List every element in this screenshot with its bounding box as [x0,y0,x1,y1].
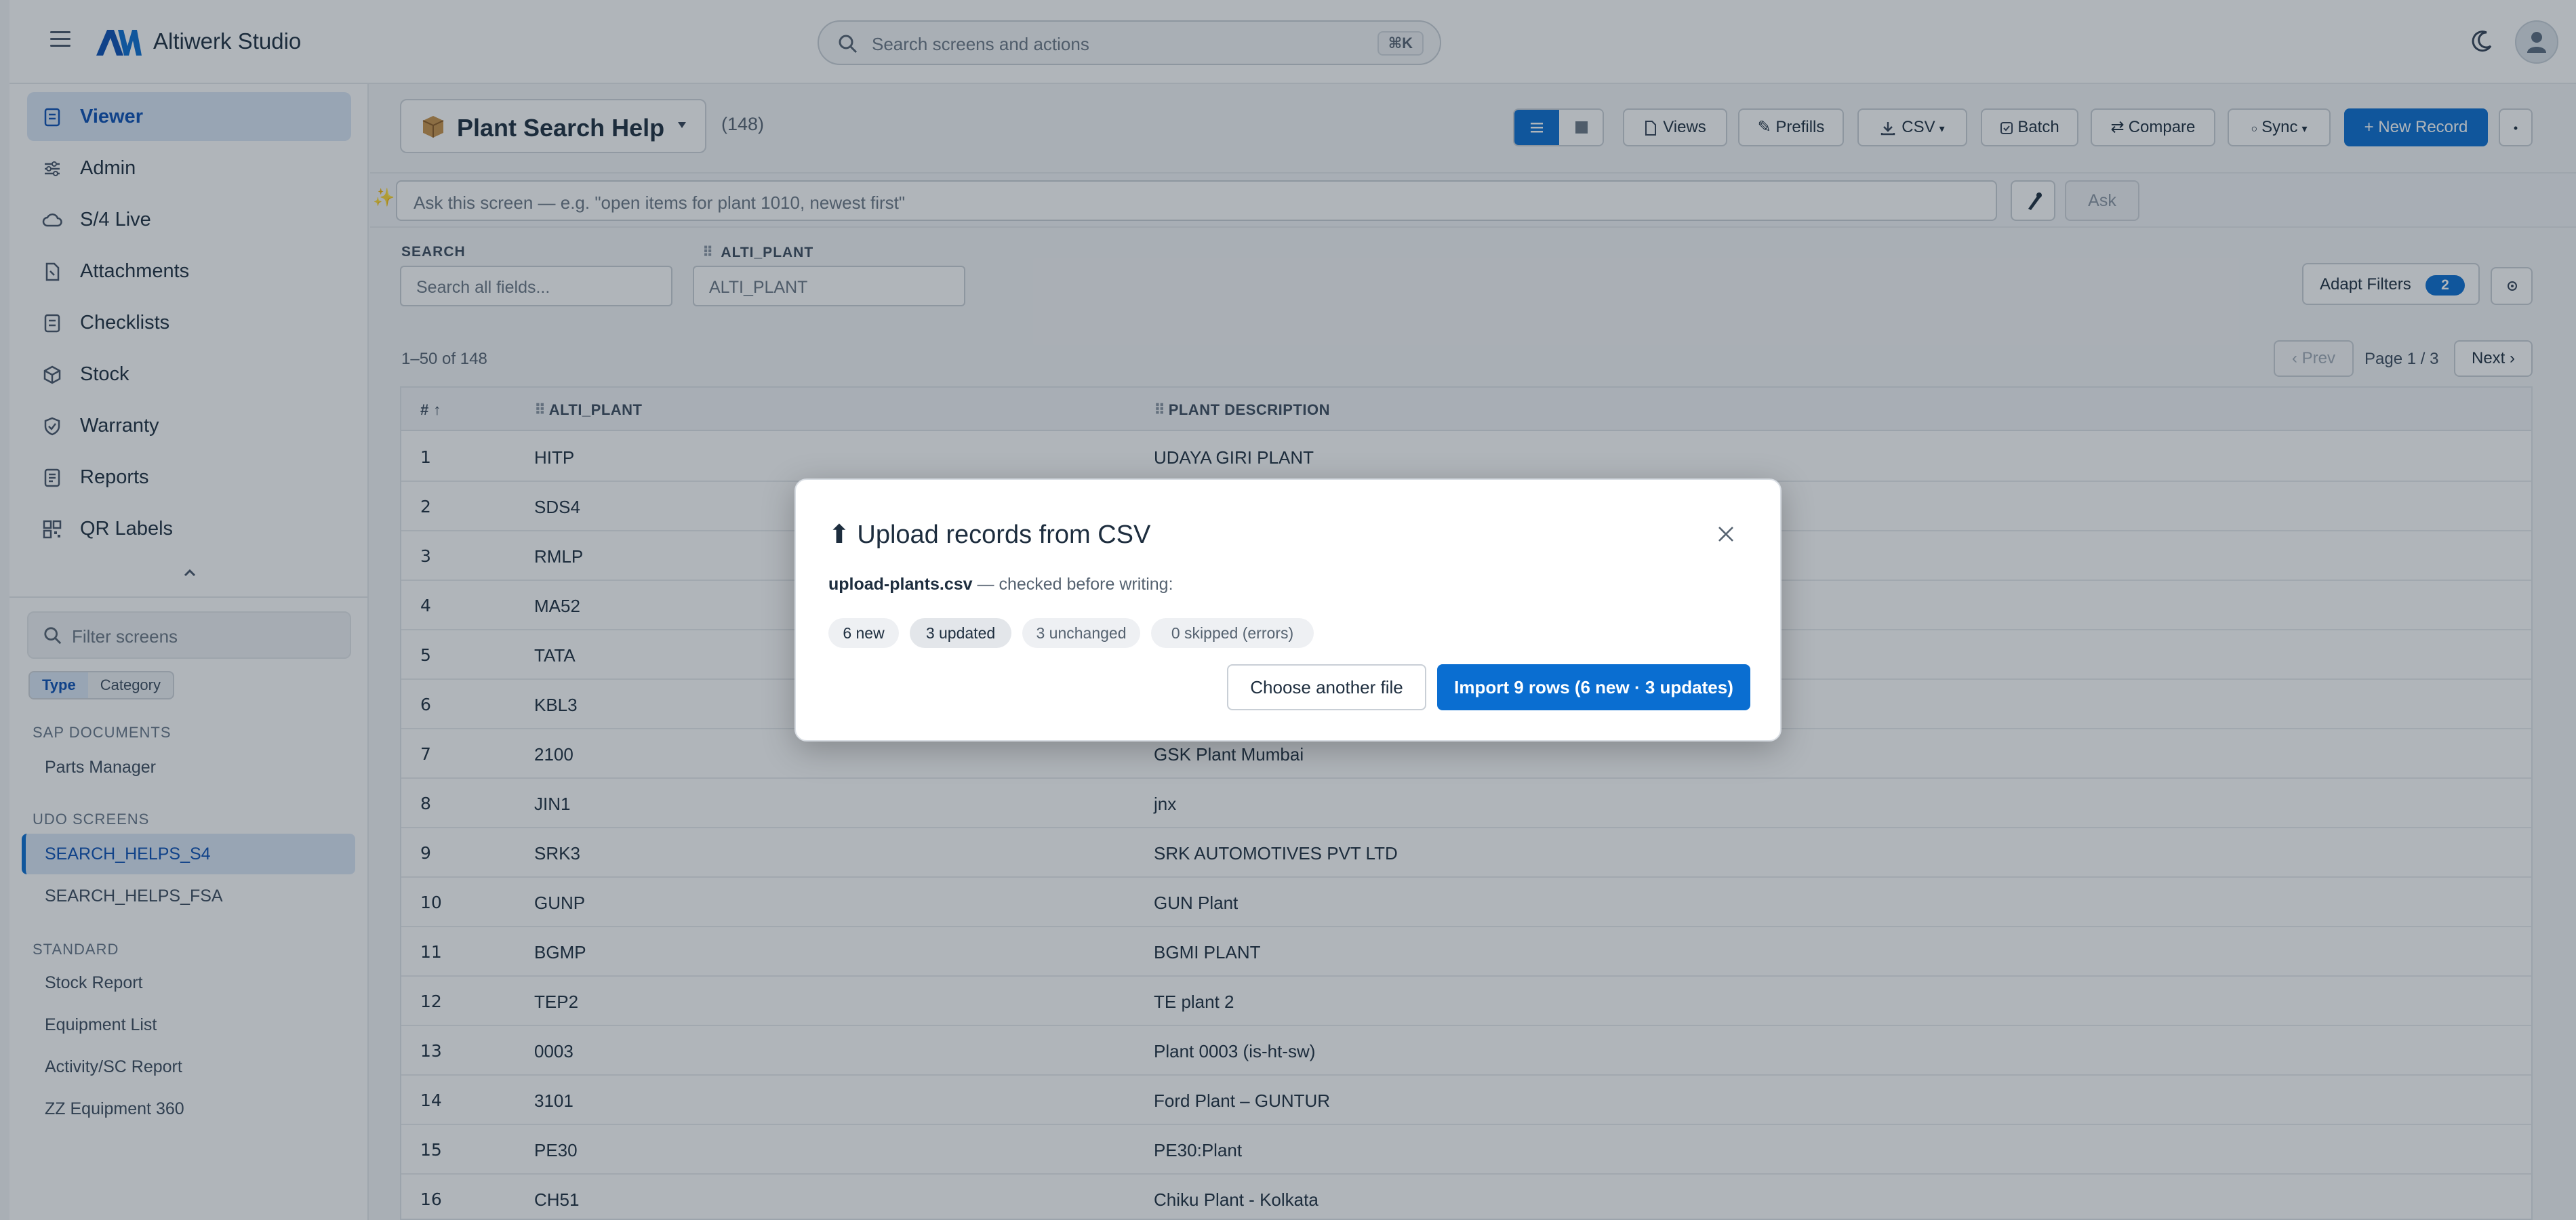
file-summary-text: — checked before writing: [972,575,1173,594]
import-rows-button[interactable]: Import 9 rows (6 new · 3 updates) [1437,664,1750,710]
upload-csv-dialog: ⬆ Upload records from CSV upload-plants.… [794,479,1782,741]
skipped-count-badge: 0 skipped (errors) [1151,618,1314,648]
dialog-title: ⬆ Upload records from CSV [828,521,1151,549]
app-root: Altiwerk Studio Search screens and actio… [0,0,2576,1220]
file-name: upload-plants.csv [828,575,973,594]
file-summary: upload-plants.csv — checked before writi… [828,575,1173,594]
close-icon[interactable] [1716,525,1735,544]
choose-another-file-button[interactable]: Choose another file [1227,664,1426,710]
unchanged-count-badge: 3 unchanged [1022,618,1140,648]
new-count-badge: 6 new [828,618,899,648]
updated-count-badge: 3 updated [910,618,1011,648]
